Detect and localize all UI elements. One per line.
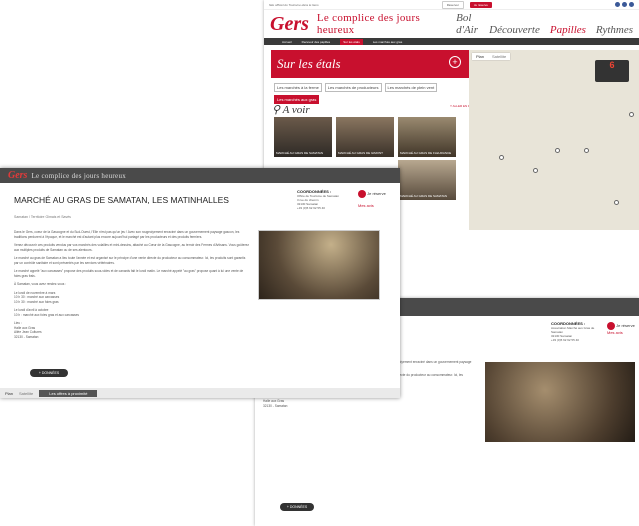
coords-line: +33 (0)5 62 62 55 40 <box>297 206 325 210</box>
sub-navigation: Accueil Recevoir des papilles Sur les ét… <box>264 38 639 45</box>
map-tab-plan[interactable]: Plan <box>5 391 13 396</box>
fav-link[interactable]: Mes avis <box>358 203 374 208</box>
paragraph: Lieu : Halle aux Gras Allée Jean Culture… <box>14 321 42 339</box>
market-photo <box>258 230 380 300</box>
social-icons[interactable] <box>615 2 634 7</box>
filter-chips: Les marchés à la ferme Les marchés de pr… <box>274 83 469 104</box>
actions-block: Je réserve Mes avis <box>607 322 635 335</box>
page-title: MARCHÉ AU GRAS DE SAMATAN, LES MATINHALL… <box>14 195 229 205</box>
thumb-caption: MARCHÉ AU GRAS DE SAMATAN <box>276 151 324 155</box>
paragraph: Le lundi d'avril à octobre 10 h : marché… <box>14 308 80 317</box>
map-tab-satellite[interactable]: Satellite <box>19 391 33 396</box>
thumb-card[interactable]: MARCHÉ AU GRAS DE SAMATAN <box>274 117 332 157</box>
thumb-caption: MARCHÉ AU GRAS DE FLEURANCE <box>400 151 452 155</box>
top-strip: Site officiel du Tourisme dans le Gers R… <box>264 0 639 10</box>
market-photo <box>485 362 635 442</box>
coordinates-block: COORDONNÉES : Association Marché aux Gra… <box>551 322 601 343</box>
paragraph: Le lundi de novembre à mars 10 h 30 : ma… <box>14 290 60 304</box>
brand-bar: Gers Le complice des jours heureux Bol d… <box>264 10 639 38</box>
results-count: 6 <box>609 60 615 70</box>
header-bar: Gers Le complice des jours heureux <box>0 168 400 183</box>
thumb-card[interactable]: MARCHÉ AU GRAS DE GIMONT <box>336 117 394 157</box>
category-nav: Bol d'Air Découverte Papilles Rythmes <box>456 12 633 36</box>
thumb-card[interactable]: MARCHÉ AU GRAS DE FLEURANCE <box>398 117 456 157</box>
reserve-button[interactable]: Réserver <box>441 0 464 9</box>
category-decouverte[interactable]: Découverte <box>489 24 540 36</box>
thumb-caption: MARCHÉ AU GRAS DE GIMONT <box>338 151 384 155</box>
bottom-bar: Plan Satellite Les offres à proximité <box>0 388 400 398</box>
map-marker[interactable] <box>555 148 560 153</box>
paragraph: À Samatan, vous avez rendez-vous : <box>14 282 67 286</box>
map-marker[interactable] <box>533 168 538 173</box>
description: Dans le Gers, coeur de la Gascogne et du… <box>14 230 249 343</box>
map-marker[interactable] <box>629 112 634 117</box>
avoir-heading: ⚲ A voir Y ALLER EN PHOTO <box>272 103 479 116</box>
subnav-marches[interactable]: Les marchés aux gras <box>373 40 403 44</box>
subnav-etals[interactable]: Sur les étals <box>340 38 363 45</box>
twitter-icon[interactable] <box>622 2 627 7</box>
offers-button[interactable]: Les offres à proximité <box>39 389 98 397</box>
breadcrumb[interactable]: Samatan / Territoire Gimais et Savès <box>14 215 71 219</box>
more-button[interactable]: + DONNÉES <box>280 503 314 511</box>
youtube-icon[interactable] <box>629 2 634 7</box>
section-header: Sur les étals + <box>271 50 469 78</box>
fav-link[interactable]: Mes avis <box>607 330 623 335</box>
map-marker[interactable] <box>614 200 619 205</box>
subnav-papilles[interactable]: Recevoir des papilles <box>302 40 331 44</box>
map-tab-satellite[interactable]: Satellite <box>488 53 510 60</box>
official-text: Site officiel du Tourisme dans le Gers <box>269 2 319 7</box>
chip-plein-vent[interactable]: Les marchés de plein vent <box>384 83 438 92</box>
category-rythmes[interactable]: Rythmes <box>596 24 633 36</box>
paragraph: Le marché appelé "aux carcasses" propose… <box>14 269 244 278</box>
avoir-title: A voir <box>282 104 310 116</box>
map-panel[interactable]: Plan Satellite 6 <box>469 50 639 230</box>
share-label[interactable]: Je réserve <box>367 191 386 196</box>
paragraph: Le marché au gras de Samatan a lieu tout… <box>14 256 246 265</box>
category-papilles[interactable]: Papilles <box>550 24 586 36</box>
actions-block: Je réserve Mes avis <box>358 190 386 208</box>
paragraph: Dans le Gers, coeur de la Gascogne et du… <box>14 230 240 239</box>
more-button[interactable]: + DONNÉES <box>30 369 68 377</box>
paragraph: Venez découvrir ces produits vendus par … <box>14 243 250 252</box>
map-tab-plan[interactable]: Plan <box>472 53 488 60</box>
share-icon[interactable] <box>607 322 615 330</box>
pin-icon: ⚲ <box>272 104 281 116</box>
map-marker[interactable] <box>499 155 504 160</box>
thumb-caption: MARCHÉ AU GRAS DE SAMATAN <box>400 194 448 198</box>
plus-icon[interactable]: + <box>449 56 461 68</box>
detail-window: Gers Le complice des jours heureux MARCH… <box>0 168 400 398</box>
tagline: Le complice des jours heureux <box>31 171 127 180</box>
section-title: Sur les étals <box>277 56 341 71</box>
map-marker[interactable] <box>584 148 589 153</box>
share-icon[interactable] <box>358 190 366 198</box>
subnav-home[interactable]: Accueil <box>282 40 292 44</box>
coords-line: +33 (0)5 62 62 55 40 <box>551 338 579 342</box>
category-bol-air[interactable]: Bol d'Air <box>456 12 479 36</box>
coordinates-block: COORDONNÉES : Office de Tourisme de Sama… <box>297 190 353 211</box>
chip-ferme[interactable]: Les marchés à la ferme <box>274 83 322 92</box>
chip-producteurs[interactable]: Les marchés de producteurs <box>324 83 382 92</box>
logo[interactable]: Gers <box>270 13 309 36</box>
thumb-card[interactable]: MARCHÉ AU GRAS DE SAMATAN <box>398 160 456 200</box>
tagline: Le complice des jours heureux <box>316 12 421 36</box>
coords-line: Association Marché aux Gras de Samatan <box>551 326 595 334</box>
results-count-box: 6 <box>595 60 629 82</box>
facebook-icon[interactable] <box>615 2 620 7</box>
book-button[interactable]: Je réserve <box>469 1 492 8</box>
map-tabs: Plan Satellite <box>472 53 511 60</box>
share-label[interactable]: Je réserve <box>616 323 635 328</box>
logo[interactable]: Gers <box>8 170 27 181</box>
